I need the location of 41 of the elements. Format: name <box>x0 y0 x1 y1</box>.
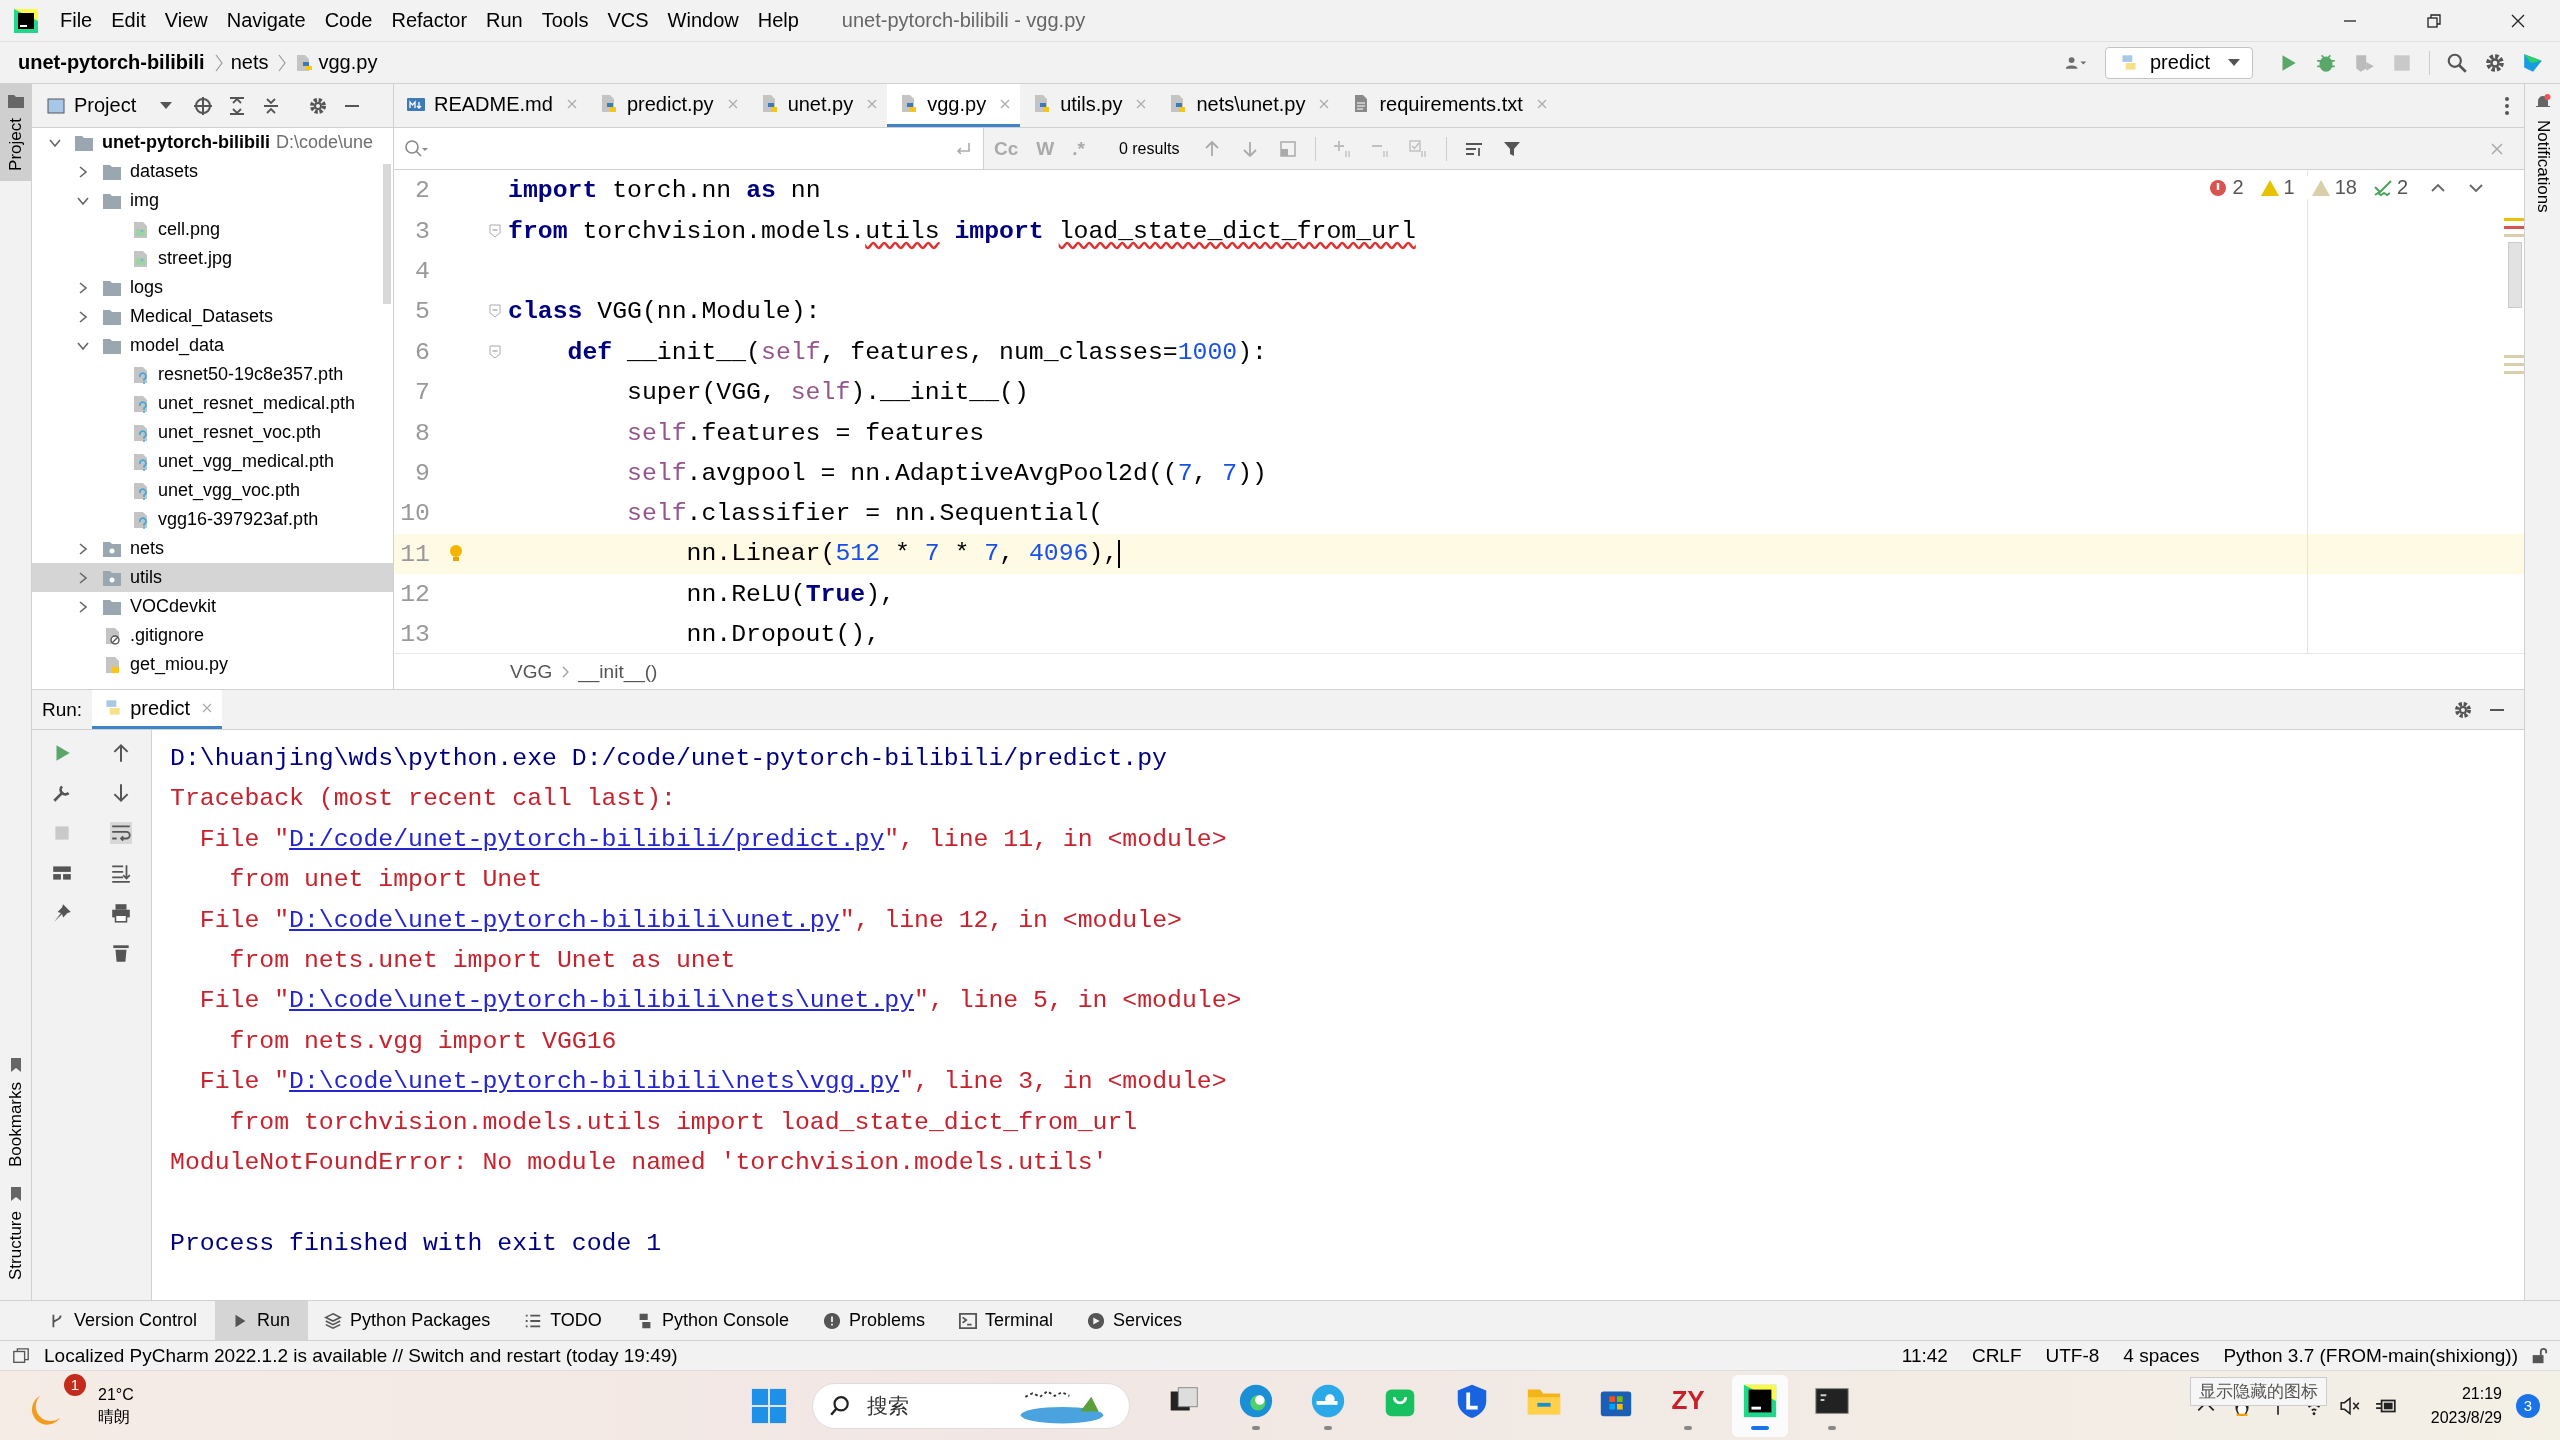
tooltip: 显示隐藏的图标 <box>2190 1377 2327 1406</box>
code-line: nn.Linear(512 * 7 * 7, 4096), <box>685 539 1121 568</box>
console-line: File "D:\code\unet-pytorch-bilibili\unet.py", line 12, in <module> <box>198 904 1183 936</box>
code-line: self.features = features <box>626 418 985 447</box>
console-line: from nets.vgg import VGG16 <box>228 1025 618 1057</box>
console-line: Traceback (most recent call last): <box>170 783 677 815</box>
code-line: def __init__(self, features, num_classes=1000): <box>566 337 1267 366</box>
code-line: class VGG(nn.Module): <box>508 297 821 326</box>
code-line: self.classifier = nn.Sequential( <box>626 499 1104 528</box>
code-line: self.avgpool = nn.AdaptiveAvgPool2d((7, 7)) <box>626 458 1267 487</box>
console-line: D:\huanjing\wds\python.exe D:/code/unet-pytorch-bilibili/predict.py <box>170 743 1168 774</box>
code-line: nn.Dropout(), <box>685 620 881 649</box>
notification-badge: 1 <box>64 1373 86 1396</box>
console-line: from nets.unet import Unet as unet <box>228 944 737 976</box>
code-line: import torch.nn as nn <box>508 176 821 205</box>
line-number: 3 <box>414 216 430 245</box>
line-number: 2 <box>414 176 430 205</box>
window-title: unet-pytorch-bilibili - vgg.py <box>841 9 1086 32</box>
line-number: 9 <box>414 458 430 487</box>
line-number: 13 <box>399 620 430 649</box>
line-number: 6 <box>414 337 430 366</box>
line-number: 10 <box>399 499 430 528</box>
line-number: 5 <box>414 297 430 326</box>
console-line: File "D:\code\unet-pytorch-bilibili\nets\unet.py", line 5, in <module> <box>198 985 1242 1017</box>
code-line: nn.ReLU(True), <box>685 580 895 609</box>
code-line: super(VGG, self).__init__() <box>626 378 1029 407</box>
console-line: from unet import Unet <box>228 864 543 896</box>
console-line: File "D:\code\unet-pytorch-bilibili\nets\vgg.py", line 3, in <module> <box>198 1066 1228 1098</box>
line-number: 8 <box>414 418 430 447</box>
console-line: Process finished with exit code 1 <box>170 1227 663 1259</box>
line-number: 12 <box>399 580 430 609</box>
line-number: 4 <box>414 256 430 285</box>
app-logo-text: ZY <box>1670 1384 1706 1417</box>
panel-label: Run: <box>42 698 83 721</box>
line-number: 7 <box>414 378 430 407</box>
results-count: 0 results <box>1118 139 1180 158</box>
console-line: ModuleNotFoundError: No module named 'torchvision.models.utils' <box>170 1146 1109 1178</box>
line-number: 11 <box>399 539 430 568</box>
code-line: from torchvision.models.utils import load_state_dict_from_url <box>508 216 1416 245</box>
console-line: File "D:/code/unet-pytorch-bilibili/predict.py", line 11, in <module> <box>198 823 1228 855</box>
console-line: from torchvision.models.utils import load_state_dict_from_url <box>228 1106 1139 1138</box>
